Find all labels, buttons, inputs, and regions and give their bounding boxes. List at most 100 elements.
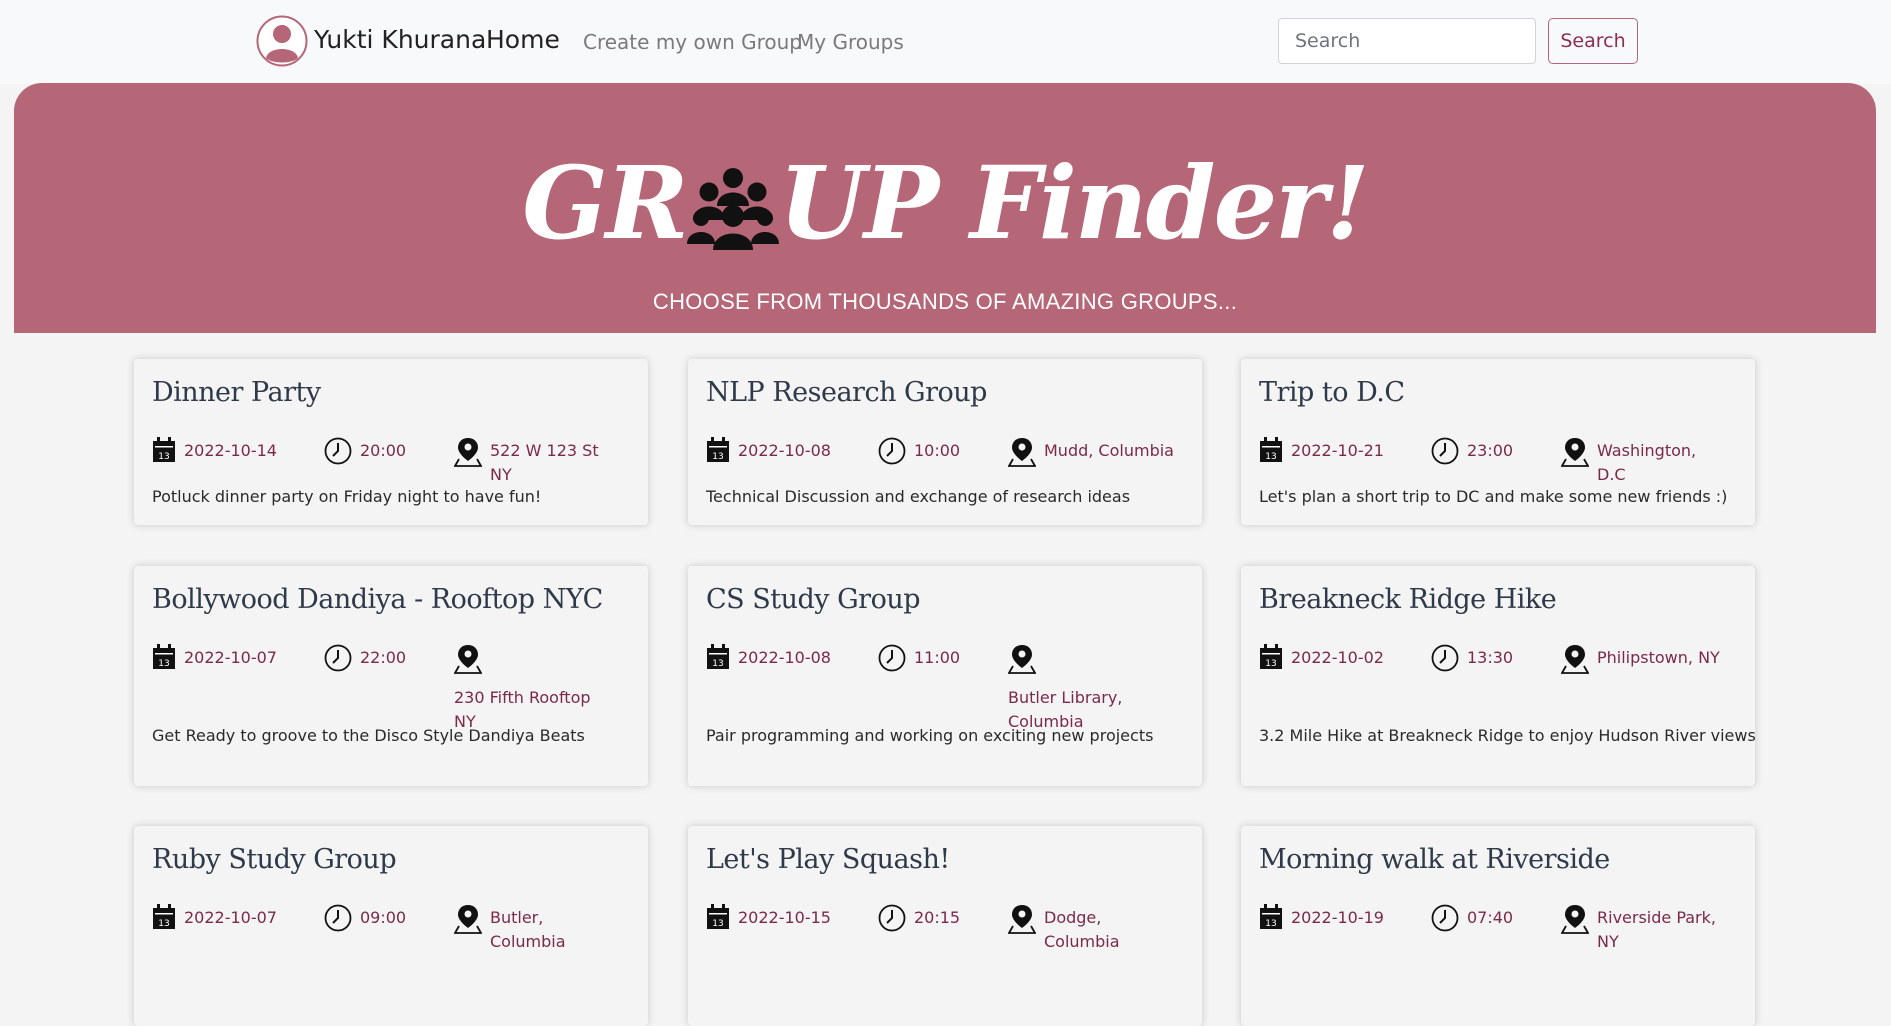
- clock-icon: [324, 437, 352, 469]
- group-title[interactable]: Morning walk at Riverside: [1259, 844, 1610, 875]
- group-description: 3.2 Mile Hike at Breakneck Ridge to enjo…: [1259, 726, 1756, 745]
- group-time: 09:00: [324, 904, 406, 936]
- group-card[interactable]: Let's Play Squash! 13 2022-10-15 20:15 Dodge…: [688, 826, 1202, 1026]
- svg-text:13: 13: [158, 919, 169, 929]
- group-time-text: 09:00: [360, 908, 407, 927]
- group-location: Butler Library, Columbia: [1007, 644, 1168, 734]
- group-description: Pair programming and working on exciting…: [706, 726, 1154, 745]
- svg-text:13: 13: [158, 452, 169, 462]
- calendar-icon: 13: [152, 437, 176, 467]
- group-grid: Dinner Party 13 2022-10-14 20:00 522 W 123 S…: [0, 0, 1891, 1026]
- group-card[interactable]: NLP Research Group 13 2022-10-08 10:00 Mudd,…: [688, 359, 1202, 525]
- group-location: Dodge, Columbia: [1007, 904, 1174, 954]
- group-date: 13 2022-10-07: [152, 644, 277, 674]
- group-date-text: 2022-10-08: [738, 441, 831, 460]
- calendar-icon: 13: [706, 437, 730, 467]
- group-date-text: 2022-10-15: [738, 908, 831, 927]
- group-time: 07:40: [1431, 904, 1513, 936]
- group-location: Philipstown, NY: [1560, 644, 1727, 678]
- group-date: 13 2022-10-21: [1259, 437, 1384, 467]
- location-pin-icon: [1560, 644, 1590, 678]
- group-date: 13 2022-10-08: [706, 437, 831, 467]
- svg-text:13: 13: [1265, 452, 1276, 462]
- group-time: 13:30: [1431, 644, 1513, 676]
- group-card[interactable]: Trip to D.C 13 2022-10-21 23:00 Washington, …: [1241, 359, 1755, 525]
- group-card[interactable]: Dinner Party 13 2022-10-14 20:00 522 W 123 S…: [134, 359, 648, 525]
- group-card[interactable]: Ruby Study Group 13 2022-10-07 09:00 Butler,…: [134, 826, 648, 1026]
- group-location: Washington, D.C: [1560, 437, 1727, 487]
- calendar-icon: 13: [706, 644, 730, 674]
- group-time: 20:00: [324, 437, 406, 469]
- svg-text:13: 13: [712, 659, 723, 669]
- group-time: 11:00: [878, 644, 960, 676]
- clock-icon: [1431, 904, 1459, 936]
- location-pin-icon: [1560, 437, 1590, 471]
- group-date-text: 2022-10-07: [184, 648, 277, 667]
- group-date-text: 2022-10-21: [1291, 441, 1384, 460]
- clock-icon: [324, 904, 352, 936]
- group-location: Riverside Park, NY: [1560, 904, 1727, 954]
- group-time: 23:00: [1431, 437, 1513, 469]
- group-card[interactable]: Breakneck Ridge Hike 13 2022-10-02 13:30 Phi…: [1241, 566, 1756, 786]
- group-description: Technical Discussion and exchange of res…: [706, 487, 1131, 506]
- group-time: 20:15: [878, 904, 960, 936]
- group-date-text: 2022-10-08: [738, 648, 831, 667]
- group-description: Let's plan a short trip to DC and make s…: [1259, 487, 1728, 506]
- location-pin-icon: [1007, 437, 1037, 471]
- group-location: 522 W 123 St NY: [453, 437, 620, 487]
- location-pin-icon: [453, 644, 483, 678]
- group-location-text: Philipstown, NY: [1597, 648, 1720, 667]
- group-title[interactable]: Dinner Party: [152, 377, 321, 408]
- location-pin-icon: [1007, 904, 1037, 938]
- group-date: 13 2022-10-08: [706, 644, 831, 674]
- group-title[interactable]: Trip to D.C: [1259, 377, 1405, 408]
- group-date: 13 2022-10-14: [152, 437, 277, 467]
- svg-text:13: 13: [712, 919, 723, 929]
- clock-icon: [878, 904, 906, 936]
- clock-icon: [1431, 644, 1459, 676]
- svg-text:13: 13: [1265, 659, 1276, 669]
- group-time-text: 13:30: [1467, 648, 1514, 667]
- group-title[interactable]: NLP Research Group: [706, 377, 987, 408]
- calendar-icon: 13: [1259, 644, 1283, 674]
- group-date-text: 2022-10-19: [1291, 908, 1384, 927]
- group-time-text: 20:00: [360, 441, 407, 460]
- group-title[interactable]: Bollywood Dandiya - Rooftop NYC: [152, 584, 603, 615]
- group-time: 10:00: [878, 437, 960, 469]
- group-location: Butler, Columbia: [453, 904, 620, 954]
- group-description: Potluck dinner party on Friday night to …: [152, 487, 542, 506]
- location-pin-icon: [1560, 904, 1590, 938]
- group-title[interactable]: Breakneck Ridge Hike: [1259, 584, 1557, 615]
- group-time-text: 07:40: [1467, 908, 1514, 927]
- group-title[interactable]: Let's Play Squash!: [706, 844, 950, 875]
- svg-text:13: 13: [158, 659, 169, 669]
- group-time-text: 23:00: [1467, 441, 1514, 460]
- group-location-text: Riverside Park, NY: [1597, 908, 1716, 951]
- group-time: 22:00: [324, 644, 406, 676]
- location-pin-icon: [1007, 644, 1037, 678]
- group-date-text: 2022-10-07: [184, 908, 277, 927]
- group-date: 13 2022-10-02: [1259, 644, 1384, 674]
- group-title[interactable]: CS Study Group: [706, 584, 921, 615]
- location-pin-icon: [453, 437, 483, 471]
- calendar-icon: 13: [1259, 437, 1283, 467]
- group-location-text: Dodge, Columbia: [1044, 908, 1120, 951]
- group-location-text: Mudd, Columbia: [1044, 441, 1174, 460]
- svg-text:13: 13: [1265, 919, 1276, 929]
- svg-text:13: 13: [712, 452, 723, 462]
- group-time-text: 11:00: [914, 648, 961, 667]
- group-location: Mudd, Columbia: [1007, 437, 1174, 471]
- group-title[interactable]: Ruby Study Group: [152, 844, 397, 875]
- group-location-text: Washington, D.C: [1597, 441, 1697, 484]
- group-date-text: 2022-10-02: [1291, 648, 1384, 667]
- clock-icon: [324, 644, 352, 676]
- group-card[interactable]: Bollywood Dandiya - Rooftop NYC 13 2022-10…: [134, 566, 648, 786]
- group-time-text: 10:00: [914, 441, 961, 460]
- group-location: 230 Fifth Rooftop NY: [453, 644, 614, 734]
- clock-icon: [878, 437, 906, 469]
- group-time-text: 22:00: [360, 648, 407, 667]
- group-card[interactable]: Morning walk at Riverside 13 2022-10-19 07:…: [1241, 826, 1755, 1026]
- group-time-text: 20:15: [914, 908, 961, 927]
- group-card[interactable]: CS Study Group 13 2022-10-08 11:00 Butler Li…: [688, 566, 1202, 786]
- group-location-text: 522 W 123 St NY: [490, 441, 599, 484]
